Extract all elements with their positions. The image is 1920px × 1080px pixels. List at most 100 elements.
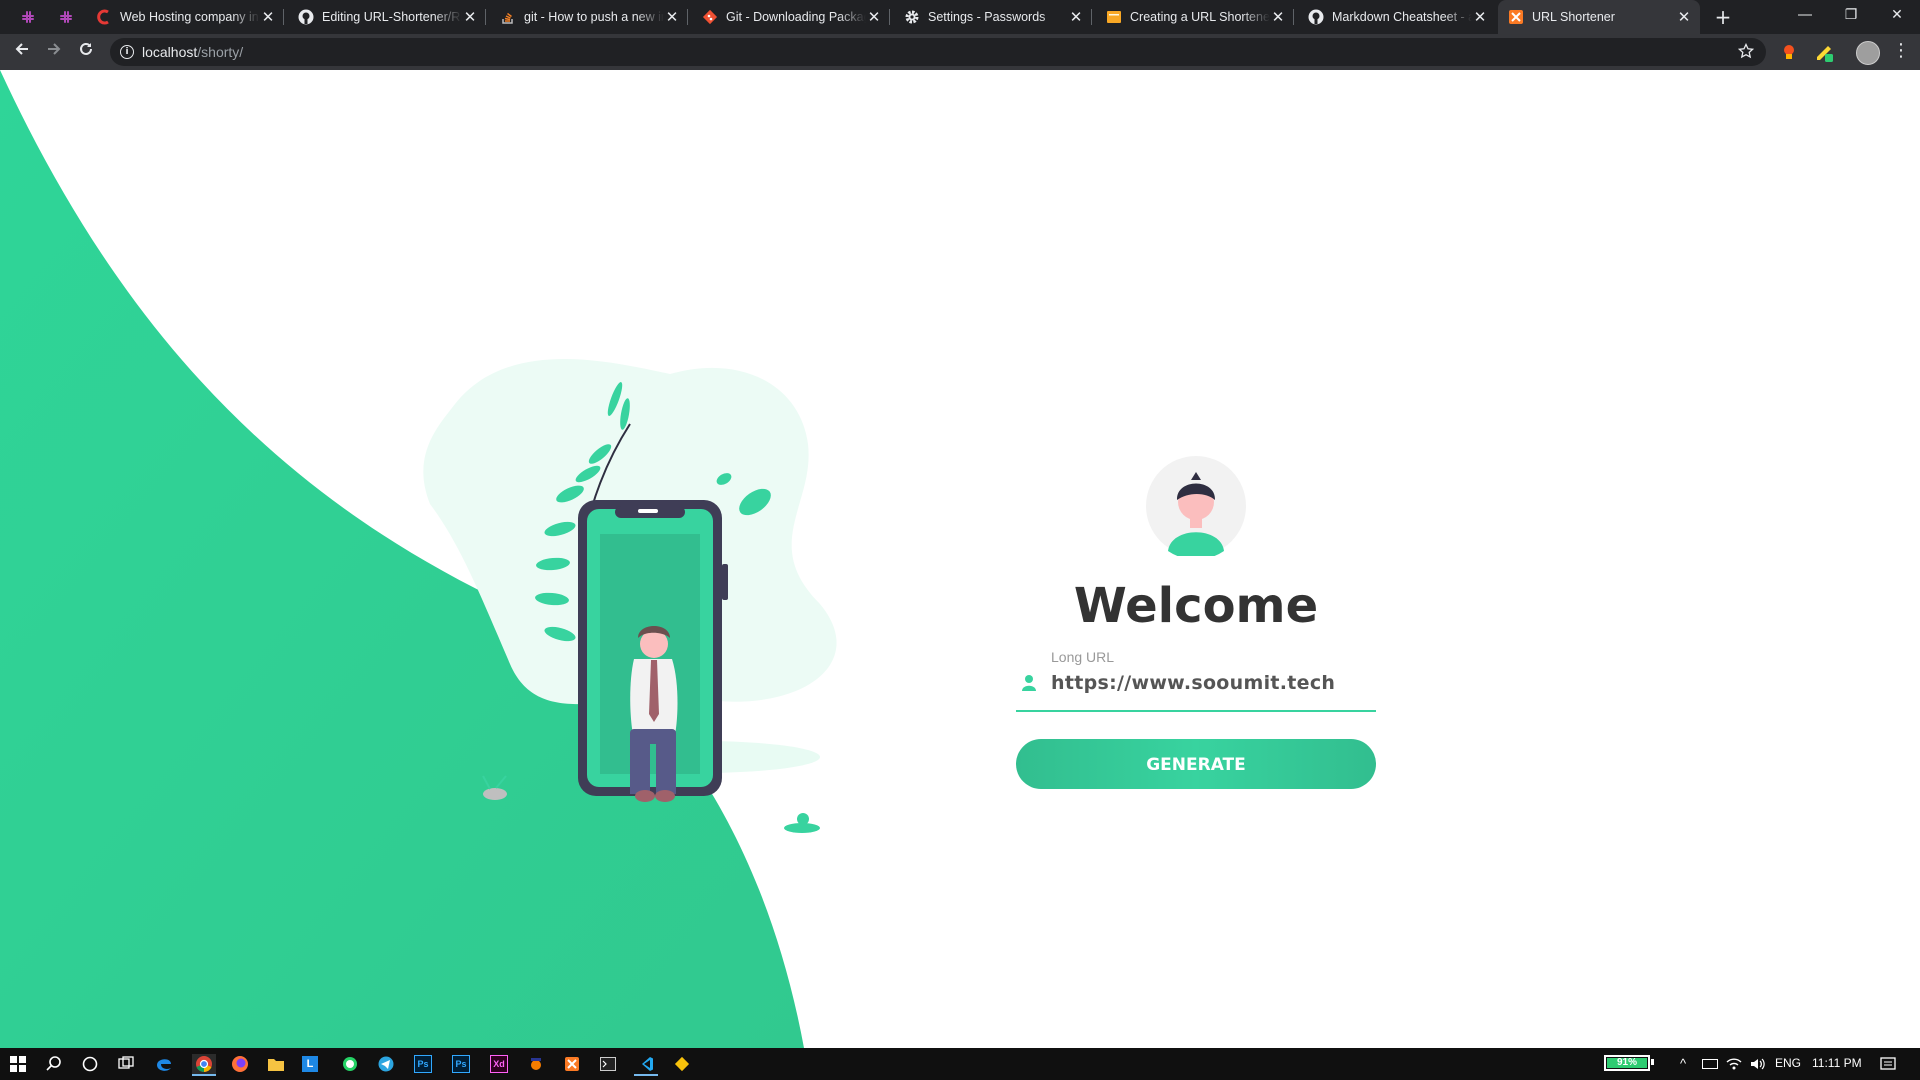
close-icon[interactable]: ✕ [664,8,680,26]
vscode-icon[interactable] [634,1054,658,1076]
tab-git-push[interactable]: git - How to push a new initial ✕ [490,0,688,34]
search-icon[interactable] [44,1054,64,1074]
address-bar[interactable]: i localhost/shorty/ [110,38,1766,66]
tab-url-shortener[interactable]: URL Shortener ✕ [1498,0,1700,34]
github-icon [1308,9,1324,25]
tab-pinned-1[interactable] [12,0,44,34]
tab-title: URL Shortener [1532,10,1615,24]
wifi-icon[interactable] [1726,1056,1742,1075]
tab-git-download[interactable]: Git - Downloading Package ✕ [692,0,890,34]
url-path: /shorty/ [197,44,244,60]
close-icon[interactable]: ✕ [1676,8,1692,26]
battery-percent: 91% [1616,1057,1637,1068]
long-url-label: Long URL [1051,649,1115,665]
back-button[interactable] [10,40,34,64]
tab-separator [283,9,284,25]
long-url-input[interactable]: https://www.sooumit.tech [1051,672,1335,694]
app-l-icon[interactable]: L [302,1056,318,1072]
doc-icon [1106,9,1122,25]
tab-markdown-cheatsheet[interactable]: Markdown Cheatsheet - adam-p ✕ [1298,0,1496,34]
arrow-left-icon [15,43,28,55]
tab-separator [1091,9,1092,25]
tab-separator [485,9,486,25]
hosting-icon [96,9,112,25]
tab-title: Web Hosting company in India [120,10,260,24]
tab-editing-readme[interactable]: Editing URL-Shortener/README ✕ [288,0,486,34]
generate-button[interactable]: GENERATE [1016,739,1376,789]
language-indicator[interactable]: ENG [1775,1056,1801,1070]
show-hidden-icons[interactable]: ^ [1680,1056,1686,1071]
app-icon[interactable] [526,1054,546,1074]
tab-separator [889,9,890,25]
firefox-icon[interactable] [230,1054,250,1074]
menu-dots-icon[interactable]: ⋮ [1892,40,1910,61]
photoshop-icon-2[interactable]: Ps [452,1055,470,1073]
profile-avatar[interactable] [1856,41,1880,65]
git-icon [702,9,718,25]
file-explorer-icon[interactable] [266,1054,286,1074]
tab-creating-url-shortener[interactable]: Creating a URL Shortener ✕ [1096,0,1294,34]
close-icon[interactable]: ✕ [866,8,882,26]
tab-settings-passwords[interactable]: Settings - Passwords ✕ [894,0,1092,34]
terminal-icon[interactable] [598,1054,618,1074]
slack-icon [20,9,36,25]
tab-web-hosting[interactable]: Web Hosting company in India ✕ [86,0,284,34]
extension-icon[interactable] [1780,43,1798,61]
windows-taskbar: L Ps Ps Xd 91% ^ ENG 11:11 PM [0,1048,1920,1080]
input-underline [1016,710,1376,712]
close-icon[interactable]: ✕ [260,8,276,26]
pen-extension-icon[interactable] [1814,43,1834,63]
battery-tip [1651,1059,1654,1065]
tab-separator [1293,9,1294,25]
slack-icon [58,9,74,25]
phone-illustration [423,359,837,833]
page-viewport: Welcome Long URL https://www.sooumit.tec… [0,70,1920,1048]
restore-button[interactable]: ❐ [1828,0,1874,30]
photoshop-icon[interactable]: Ps [414,1055,432,1073]
avatar-icon [1146,456,1246,556]
close-icon[interactable]: ✕ [1472,8,1488,26]
chrome-icon[interactable] [192,1054,216,1076]
browser-toolbar: i localhost/shorty/ ⋮ [0,34,1920,70]
bookmark-star-icon[interactable] [1737,42,1755,63]
battery-indicator[interactable]: 91% [1604,1055,1650,1071]
url-text: localhost/shorty/ [142,44,243,60]
tab-title: git - How to push a new initial [524,10,664,24]
windows-start-icon[interactable] [8,1054,28,1074]
tab-title: Git - Downloading Package [726,10,866,24]
reload-button[interactable] [74,40,98,64]
close-window-button[interactable]: ✕ [1874,0,1920,30]
tab-separator [687,9,688,25]
gear-icon [904,9,920,25]
close-icon[interactable]: ✕ [1270,8,1286,26]
telegram-icon[interactable] [376,1054,396,1074]
new-tab-button[interactable]: + [1710,4,1736,30]
tab-title: Creating a URL Shortener [1130,10,1270,24]
tab-pinned-2[interactable] [50,0,82,34]
reload-icon [80,42,92,55]
battery-small-icon[interactable] [1702,1059,1718,1069]
info-icon[interactable]: i [120,45,134,59]
whatsapp-icon[interactable] [340,1054,360,1074]
task-view-icon[interactable] [116,1054,136,1074]
forward-button[interactable] [42,40,66,64]
user-icon [1022,675,1036,691]
edge-icon[interactable] [154,1054,174,1074]
cortana-icon[interactable] [80,1054,100,1074]
background-wave [0,70,804,1048]
volume-icon[interactable] [1750,1056,1766,1075]
git-desktop-icon[interactable] [672,1054,692,1074]
adobe-xd-icon[interactable]: Xd [490,1055,508,1073]
tab-title: Settings - Passwords [928,10,1046,24]
clock[interactable]: 11:11 PM [1812,1056,1862,1070]
browser-tab-strip: Web Hosting company in India ✕ Editing U… [0,0,1920,34]
arrow-right-icon [48,43,61,55]
tab-title: Markdown Cheatsheet - adam-p [1332,10,1472,24]
minimize-button[interactable]: ― [1782,0,1828,30]
close-icon[interactable]: ✕ [462,8,478,26]
notifications-icon[interactable] [1880,1056,1896,1076]
xampp-taskbar-icon[interactable] [562,1054,582,1074]
welcome-heading: Welcome [1073,578,1319,634]
close-icon[interactable]: ✕ [1068,8,1084,26]
github-icon [298,9,314,25]
